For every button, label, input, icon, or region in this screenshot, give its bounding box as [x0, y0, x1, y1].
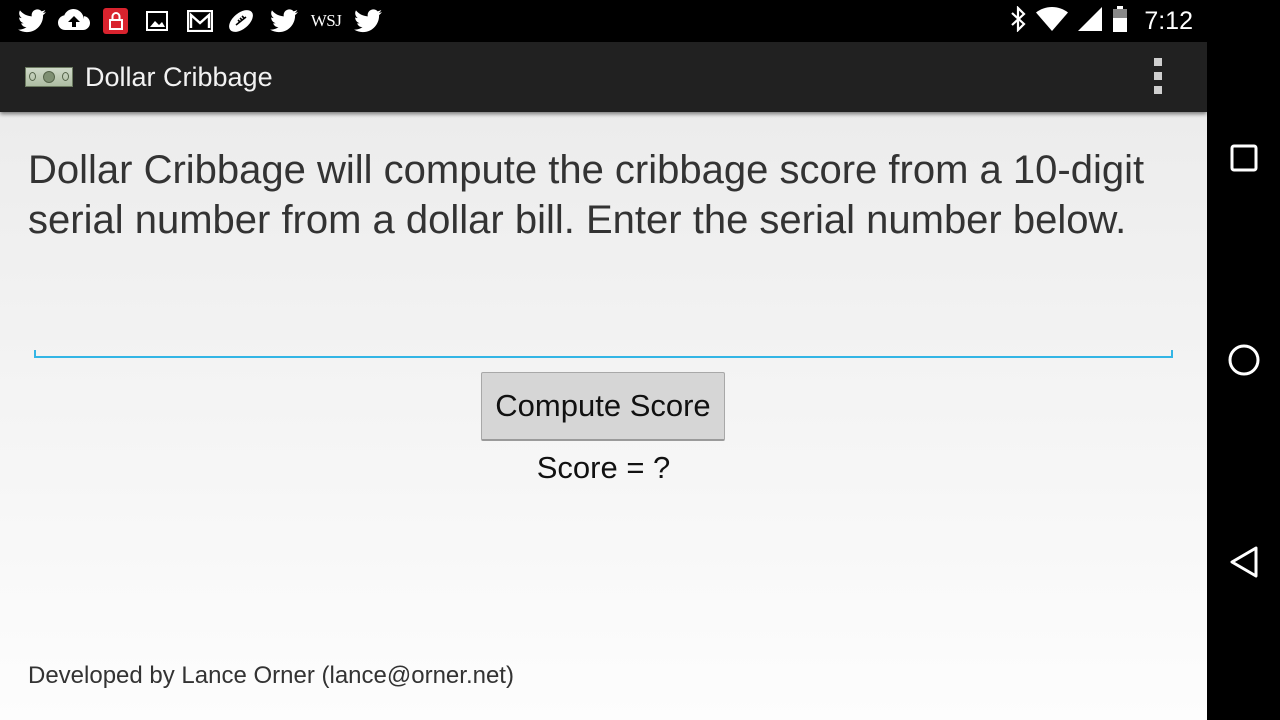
football-icon — [226, 8, 256, 34]
action-bar: Dollar Cribbage — [0, 42, 1207, 112]
clock: 7:12 — [1144, 6, 1193, 35]
navigation-bar — [1207, 0, 1280, 720]
app-title: Dollar Cribbage — [85, 62, 273, 92]
battery-icon — [1112, 6, 1128, 36]
wsj-icon: WSJ — [310, 11, 342, 30]
overflow-menu-icon[interactable] — [1148, 58, 1168, 96]
cell-signal-icon — [1078, 7, 1103, 35]
twitter-icon — [270, 8, 298, 34]
lock-app-icon — [103, 8, 128, 34]
bluetooth-icon — [1010, 5, 1026, 36]
twitter-icon — [354, 8, 382, 34]
compute-score-button[interactable]: Compute Score — [481, 372, 725, 441]
gmail-icon — [186, 8, 214, 34]
cloud-upload-icon — [58, 8, 90, 34]
system-status: 7:12 — [1010, 0, 1193, 42]
recents-icon[interactable] — [1207, 118, 1280, 198]
main-content: Dollar Cribbage will compute the cribbag… — [0, 112, 1207, 720]
input-underline — [34, 350, 1173, 358]
status-bar: WSJ 7:12 — [0, 0, 1207, 42]
back-icon[interactable] — [1207, 522, 1280, 602]
wifi-icon — [1036, 7, 1069, 35]
intro-text: Dollar Cribbage will compute the cribbag… — [28, 148, 1145, 242]
score-text: Score = ? — [536, 450, 671, 485]
home-icon[interactable] — [1207, 320, 1280, 400]
image-icon — [145, 8, 169, 34]
twitter-icon — [18, 8, 46, 34]
dollar-bill-icon — [25, 67, 73, 87]
developer-credit: Developed by Lance Orner (lance@orner.ne… — [28, 662, 514, 689]
